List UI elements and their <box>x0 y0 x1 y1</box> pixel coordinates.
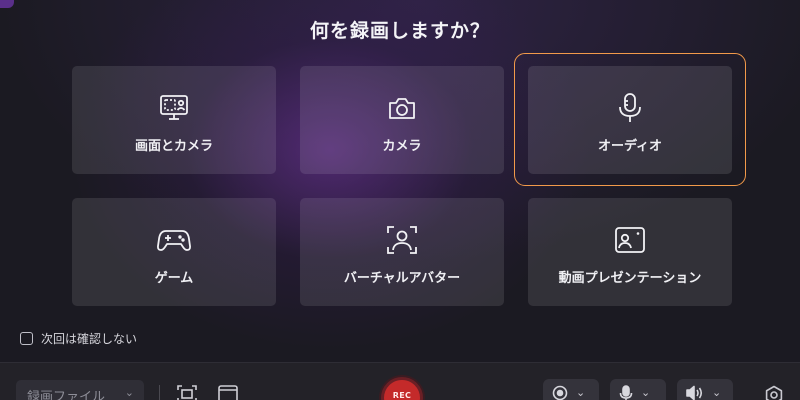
card-label: オーディオ <box>597 138 663 154</box>
card-camera[interactable]: カメラ <box>300 66 504 174</box>
card-audio[interactable]: オーディオ <box>528 66 732 174</box>
avatar-icon <box>385 223 419 257</box>
speaker-icon <box>686 385 704 400</box>
window-capture-icon[interactable] <box>217 385 239 400</box>
card-label: 画面とカメラ <box>134 138 213 154</box>
camera-icon <box>385 91 419 125</box>
microphone-icon <box>619 385 633 400</box>
card-label: カメラ <box>382 138 422 154</box>
microphone-dropdown[interactable]: ⌄ <box>610 379 666 400</box>
card-label: バーチャルアバター <box>343 270 461 286</box>
checkbox-box[interactable] <box>20 332 33 345</box>
card-video-presentation[interactable]: 動画プレゼンテーション <box>528 198 732 306</box>
chevron-down-icon: ⌄ <box>124 386 134 399</box>
record-button[interactable]: REC <box>381 377 423 400</box>
microphone-icon <box>613 91 647 125</box>
card-game[interactable]: ゲーム <box>72 198 276 306</box>
main-stage: 何を録画しますか？ 画面とカメラ カメラ オーディオ ゲーム バーチャルアバター… <box>0 0 800 362</box>
presentation-icon <box>613 223 647 257</box>
toolbar-divider <box>159 385 160 400</box>
chevron-down-icon: ⌄ <box>712 386 722 399</box>
region-select-icon[interactable] <box>176 385 198 400</box>
webcam-icon <box>552 385 568 400</box>
screen-camera-icon <box>157 91 191 125</box>
webcam-dropdown[interactable]: ⌄ <box>543 379 599 400</box>
page-title: 何を録画しますか？ <box>309 20 490 42</box>
chevron-down-icon: ⌄ <box>641 386 651 399</box>
gamepad-icon <box>157 223 191 257</box>
checkbox-label: 次回は確認しない <box>41 332 138 346</box>
save-destination-select[interactable]: 録画ファイル ⌄ <box>16 380 144 400</box>
chevron-down-icon: ⌄ <box>576 386 586 399</box>
card-virtual-avatar[interactable]: バーチャルアバター <box>300 198 504 306</box>
speaker-dropdown[interactable]: ⌄ <box>677 379 733 400</box>
select-value: 録画ファイル <box>27 390 106 400</box>
card-label: 動画プレゼンテーション <box>558 270 702 286</box>
card-screen-and-camera[interactable]: 画面とカメラ <box>72 66 276 174</box>
settings-icon[interactable] <box>764 385 784 400</box>
bottom-toolbar: 録画ファイル ⌄ REC ⌄ ⌄ ⌄ <box>0 362 800 400</box>
app-corner-mark <box>0 0 14 8</box>
card-label: ゲーム <box>154 270 194 286</box>
dont-ask-again-checkbox[interactable]: 次回は確認しない <box>20 330 137 347</box>
